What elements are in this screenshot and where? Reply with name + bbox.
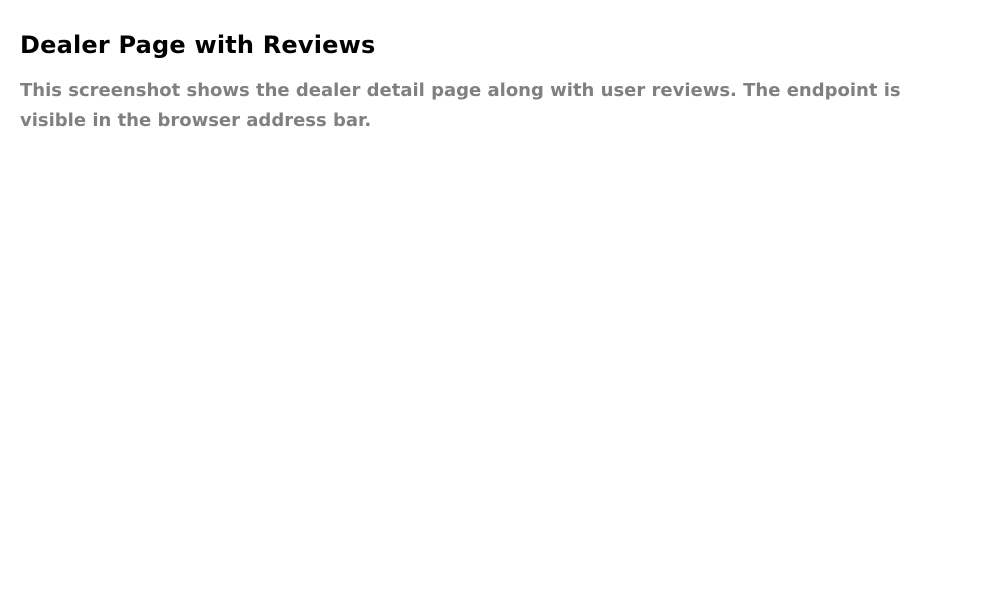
page-description: This screenshot shows the dealer detail … [20,80,901,131]
page-title: Dealer Page with Reviews [20,31,376,59]
page-container: Dealer Page with Reviews This screenshot… [0,0,1000,600]
